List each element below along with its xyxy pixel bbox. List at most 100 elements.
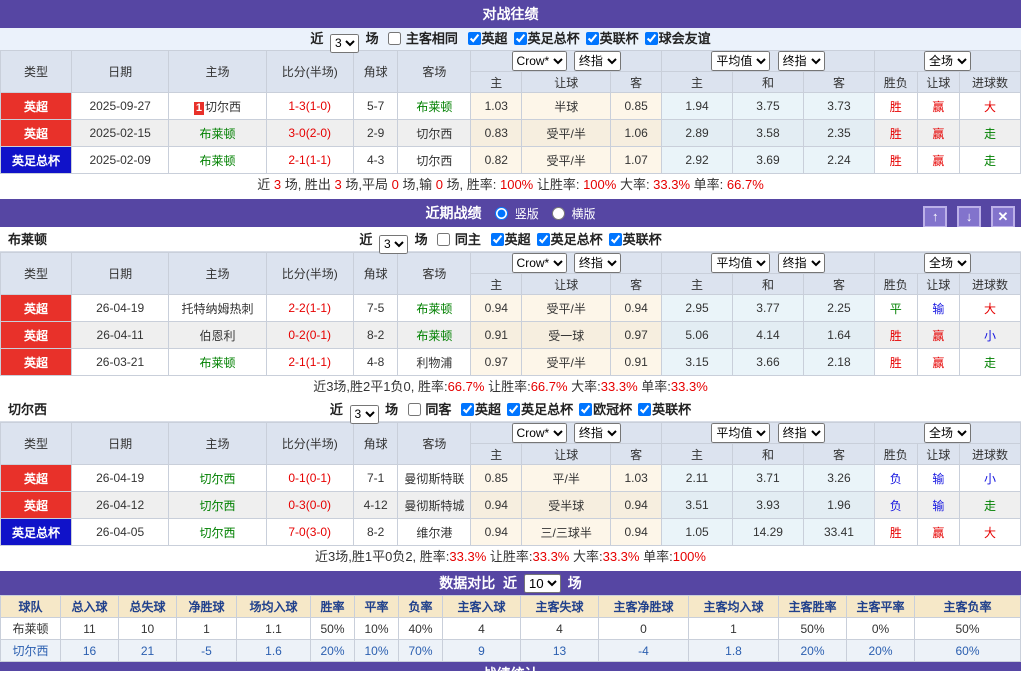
league-checkbox[interactable]: 英足总杯 bbox=[531, 232, 603, 247]
away-team-cell[interactable]: 曼彻斯特联 bbox=[397, 464, 472, 492]
score-cell[interactable]: 3-0(2-0) bbox=[265, 119, 354, 147]
match-type-cell[interactable]: 英超 bbox=[0, 119, 72, 147]
score-cell[interactable]: 0-3(0-0) bbox=[265, 491, 354, 519]
score-cell[interactable]: 7-0(3-0) bbox=[265, 518, 354, 546]
score-cell[interactable]: 1-3(1-0) bbox=[265, 92, 354, 120]
away-team-cell[interactable]: 布莱顿 bbox=[397, 92, 472, 120]
bookmaker-select[interactable]: Crow* bbox=[511, 423, 567, 443]
euro-odds-time-select[interactable]: 终指 bbox=[777, 423, 825, 443]
asian-home-odds-cell: 0.94 bbox=[470, 491, 523, 519]
away-team-cell[interactable]: 切尔西 bbox=[397, 119, 472, 147]
league-checkbox[interactable]: 英超 bbox=[485, 232, 531, 247]
league-checkbox[interactable]: 英联杯 bbox=[632, 402, 691, 417]
score-cell[interactable]: 2-2(1-1) bbox=[265, 294, 354, 322]
brighton-games-select[interactable]: 3 bbox=[379, 234, 409, 254]
league-checkbox-input[interactable] bbox=[536, 233, 550, 246]
match-type-cell[interactable]: 英超 bbox=[0, 92, 72, 120]
away-team-cell[interactable]: 曼彻斯特城 bbox=[397, 491, 472, 519]
match-type-cell[interactable]: 英超 bbox=[0, 321, 72, 349]
league-checkbox-input[interactable] bbox=[608, 233, 622, 246]
euro-bookmaker-select[interactable]: 平均值 bbox=[711, 423, 771, 443]
league-checkbox[interactable]: 英联杯 bbox=[603, 232, 662, 247]
compare-games-select[interactable]: 10 bbox=[523, 574, 561, 593]
odds-time-select[interactable]: 终指 bbox=[573, 253, 621, 273]
full-half-select[interactable]: 全场 bbox=[923, 253, 971, 273]
league-checkbox-input[interactable] bbox=[579, 403, 593, 416]
same-home-away-input[interactable] bbox=[388, 32, 402, 45]
same-away-checkbox[interactable]: 同客 bbox=[402, 402, 455, 417]
col-handicap-result: 让球 bbox=[916, 273, 961, 295]
home-team-cell[interactable]: 切尔西 bbox=[168, 464, 267, 492]
league-checkbox[interactable]: 英足总杯 bbox=[501, 402, 573, 417]
home-team-cell[interactable]: 布莱顿 bbox=[168, 146, 267, 174]
match-type-cell[interactable]: 英足总杯 bbox=[0, 146, 72, 174]
full-half-select[interactable]: 全场 bbox=[923, 51, 971, 71]
asian-away-odds-cell: 1.07 bbox=[610, 146, 663, 174]
league-checkbox-input[interactable] bbox=[507, 403, 521, 416]
score-cell[interactable]: 2-1(1-1) bbox=[265, 348, 354, 376]
same-home-away-checkbox[interactable]: 主客相同 bbox=[382, 31, 461, 46]
horizontal-radio-input[interactable] bbox=[552, 207, 566, 220]
league-checkbox[interactable]: 英足总杯 bbox=[508, 31, 580, 46]
score-cell[interactable]: 0-2(0-1) bbox=[265, 321, 354, 349]
league-checkbox-input[interactable] bbox=[467, 32, 481, 45]
home-team-cell[interactable]: 托特纳姆热刺 bbox=[168, 294, 267, 322]
bookmaker-select[interactable]: Crow* bbox=[511, 253, 567, 273]
odds-time-select[interactable]: 终指 bbox=[573, 51, 621, 71]
horizontal-layout-radio[interactable]: 横版 bbox=[552, 207, 595, 221]
h2h-games-select[interactable]: 3 bbox=[330, 33, 360, 53]
match-type-cell[interactable]: 英超 bbox=[0, 464, 72, 492]
euro-bookmaker-select[interactable]: 平均值 bbox=[711, 253, 771, 273]
league-checkbox[interactable]: 英超 bbox=[455, 402, 501, 417]
away-team-cell[interactable]: 布莱顿 bbox=[397, 294, 472, 322]
move-up-button[interactable]: ↑ bbox=[923, 206, 948, 228]
away-team-cell[interactable]: 维尔港 bbox=[397, 518, 472, 546]
euro-odds-time-select[interactable]: 终指 bbox=[777, 51, 825, 71]
compare-stat-cell: 0% bbox=[846, 617, 915, 640]
home-team-cell[interactable]: 布莱顿 bbox=[168, 348, 267, 376]
euro-odds-time-select[interactable]: 终指 bbox=[777, 253, 825, 273]
league-checkbox[interactable]: 欧冠杯 bbox=[573, 402, 632, 417]
league-checkbox-input[interactable] bbox=[513, 32, 527, 45]
bookmaker-select[interactable]: Crow* bbox=[511, 51, 567, 71]
chelsea-games-select[interactable]: 3 bbox=[349, 404, 379, 424]
league-checkbox-input[interactable] bbox=[638, 403, 652, 416]
score-cell[interactable]: 2-1(1-1) bbox=[265, 146, 354, 174]
away-team-cell[interactable]: 利物浦 bbox=[397, 348, 472, 376]
score-cell[interactable]: 0-1(0-1) bbox=[265, 464, 354, 492]
league-checkbox-input[interactable] bbox=[644, 32, 658, 45]
away-team-cell[interactable]: 布莱顿 bbox=[397, 321, 472, 349]
team-name-cell[interactable]: 切尔西 bbox=[0, 639, 61, 662]
home-team-cell[interactable]: 切尔西 bbox=[168, 491, 267, 519]
corners-cell: 5-7 bbox=[352, 92, 399, 120]
compare-stat-cell: 21 bbox=[118, 639, 177, 662]
same-home-checkbox[interactable]: 同主 bbox=[431, 232, 484, 247]
home-team-cell[interactable]: 布莱顿 bbox=[168, 119, 267, 147]
match-type-cell[interactable]: 英超 bbox=[0, 294, 72, 322]
match-type-cell[interactable]: 英足总杯 bbox=[0, 518, 72, 546]
col-asian-home: 主 bbox=[470, 273, 523, 295]
match-type-cell[interactable]: 英超 bbox=[0, 491, 72, 519]
odds-time-select[interactable]: 终指 bbox=[573, 423, 621, 443]
move-down-button[interactable]: ↓ bbox=[957, 206, 982, 228]
asian-away-odds-cell: 0.91 bbox=[610, 348, 663, 376]
league-checkbox[interactable]: 球会友谊 bbox=[639, 31, 711, 46]
close-button[interactable]: ✕ bbox=[991, 206, 1015, 228]
match-type-cell[interactable]: 英超 bbox=[0, 348, 72, 376]
euro-bookmaker-select[interactable]: 平均值 bbox=[711, 51, 771, 71]
league-checkbox-input[interactable] bbox=[585, 32, 599, 45]
league-checkbox-input[interactable] bbox=[461, 403, 475, 416]
same-away-input[interactable] bbox=[407, 403, 421, 416]
league-checkbox[interactable]: 英联杯 bbox=[580, 31, 639, 46]
same-home-input[interactable] bbox=[437, 233, 451, 246]
home-team-cell[interactable]: 切尔西 bbox=[168, 518, 267, 546]
league-checkbox-input[interactable] bbox=[490, 233, 504, 246]
home-team-cell[interactable]: 伯恩利 bbox=[168, 321, 267, 349]
home-team-cell[interactable]: 1 切尔西 bbox=[168, 92, 267, 120]
team-name-cell[interactable]: 布莱顿 bbox=[0, 617, 61, 640]
away-team-cell[interactable]: 切尔西 bbox=[397, 146, 472, 174]
vertical-layout-radio[interactable]: 竖版 bbox=[495, 207, 542, 221]
vertical-radio-input[interactable] bbox=[495, 207, 509, 220]
full-half-select[interactable]: 全场 bbox=[923, 423, 971, 443]
league-checkbox[interactable]: 英超 bbox=[462, 31, 508, 46]
